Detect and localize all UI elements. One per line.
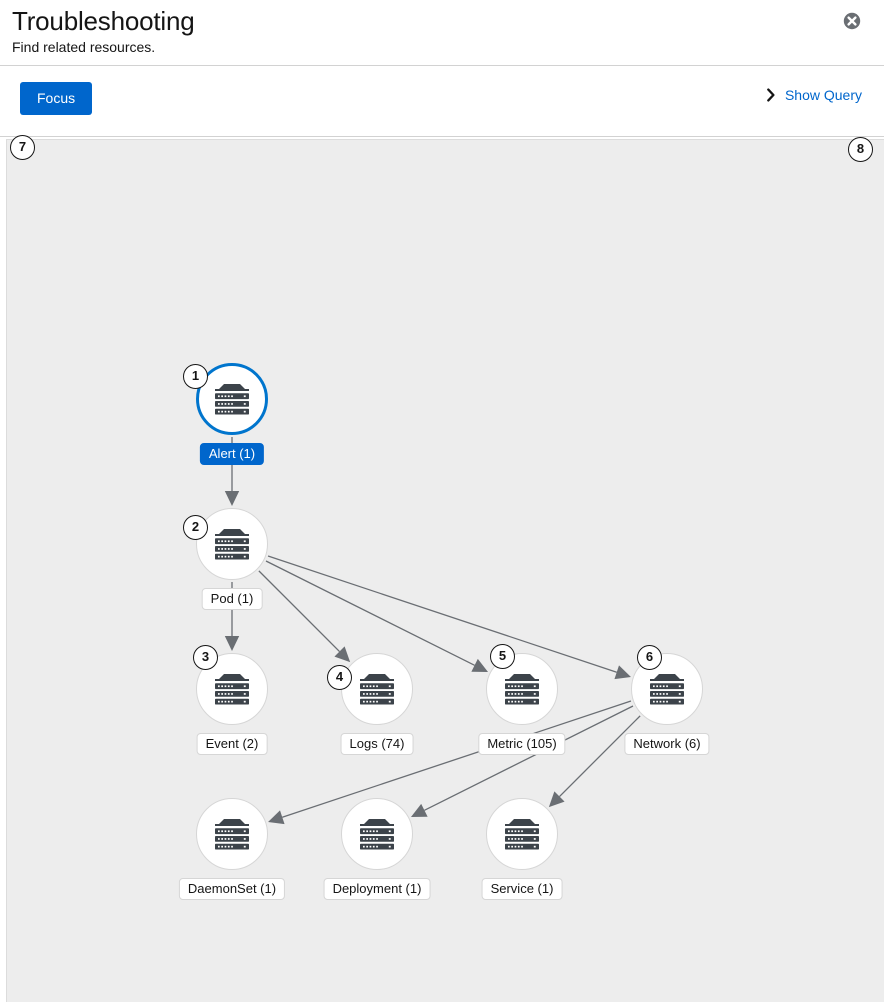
server-stack-icon [505,818,539,849]
graph-edge-arrowhead [268,810,285,825]
page-subtitle: Find related resources. [12,39,156,55]
graph-edges [224,437,641,825]
server-stack-icon [360,818,394,849]
step-badge-7: 7 [10,135,35,160]
show-query-toggle[interactable]: Show Query [766,87,862,103]
graph-edge [282,700,632,818]
server-stack-icon [215,383,249,414]
step-badge-2: 2 [183,515,208,540]
graph-node-label-deployment[interactable]: Deployment (1) [323,878,431,900]
step-badge-3: 3 [193,645,218,670]
graph-toolbar: Focus Show Query 7 8 [0,67,884,162]
graph-node-daemonset[interactable] [196,798,268,870]
graph-node-label-event[interactable]: Event (2) [196,733,268,755]
step-badge-5: 5 [490,644,515,669]
close-icon[interactable] [842,11,862,31]
graph-node-label-service[interactable]: Service (1) [481,878,563,900]
step-badge-6: 6 [637,645,662,670]
graph-node-label-daemonset[interactable]: DaemonSet (1) [178,878,286,900]
step-badge-8: 8 [848,137,873,162]
step-badge-4: 4 [327,665,352,690]
troubleshooting-panel: Troubleshooting Find related resources. … [0,0,884,1002]
step-badge-1: 1 [183,364,208,389]
graph-node-label-alert[interactable]: Alert (1) [199,443,265,465]
graph-edge [267,555,617,673]
graph-canvas[interactable]: Alert (1) 1 Pod (1) 2 Event (2) 3 Logs (74) 4 Me… [6,139,884,1002]
server-stack-icon [215,818,249,849]
graph-edge [265,560,475,666]
graph-node-pod[interactable] [196,508,268,580]
graph-edge-arrowhead [224,491,240,506]
show-query-label[interactable]: Show Query [785,87,862,103]
page-title: Troubleshooting [12,6,195,36]
graph-edge [559,715,641,797]
graph-node-label-network[interactable]: Network (6) [624,733,710,755]
server-stack-icon [215,673,249,704]
graph-node-label-metric[interactable]: Metric (105) [478,733,566,755]
graph-node-logs[interactable] [341,653,413,725]
chevron-right-icon [766,88,776,102]
graph-edge-arrowhead [224,636,240,651]
server-stack-icon [215,528,249,559]
server-stack-icon [505,673,539,704]
server-stack-icon [650,673,684,704]
graph-node-label-logs[interactable]: Logs (74) [340,733,414,755]
graph-edge [258,570,340,652]
server-stack-icon [360,673,394,704]
graph-node-label-pod[interactable]: Pod (1) [201,588,263,610]
panel-header: Troubleshooting Find related resources. [0,0,884,66]
graph-node-service[interactable] [486,798,558,870]
focus-button[interactable]: Focus [20,82,93,115]
graph-node-deployment[interactable] [341,798,413,870]
graph-edge-arrowhead [614,665,631,680]
